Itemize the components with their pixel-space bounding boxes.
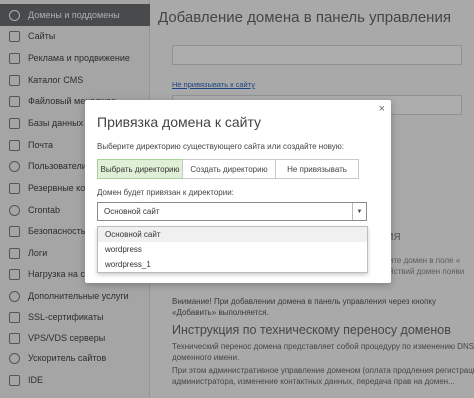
directory-select[interactable]: Основной сайт ▼ <box>97 202 367 221</box>
chevron-down-icon[interactable]: ▼ <box>352 203 366 220</box>
directory-dropdown: Основной сайт wordpress wordpress_1 <box>97 226 368 273</box>
modal-title: Привязка домена к сайту <box>97 114 262 130</box>
bind-directory-label: Домен будет привязан к директории: <box>97 188 234 197</box>
dropdown-option-wordpress-1[interactable]: wordpress_1 <box>98 257 367 272</box>
choose-directory-label: Выберите директорию существующего сайта … <box>97 142 344 151</box>
directory-select-value: Основной сайт <box>104 207 160 216</box>
dropdown-option-main-site[interactable]: Основной сайт <box>98 227 367 242</box>
select-directory-button[interactable]: Выбрать директорию <box>97 159 183 179</box>
close-icon[interactable]: × <box>379 103 385 115</box>
no-bind-button[interactable]: Не привязывать <box>275 159 359 179</box>
dropdown-option-wordpress[interactable]: wordpress <box>98 242 367 257</box>
directory-mode-switch: Выбрать директорию Создать директорию Не… <box>97 159 359 179</box>
create-directory-button[interactable]: Создать директорию <box>182 159 276 179</box>
